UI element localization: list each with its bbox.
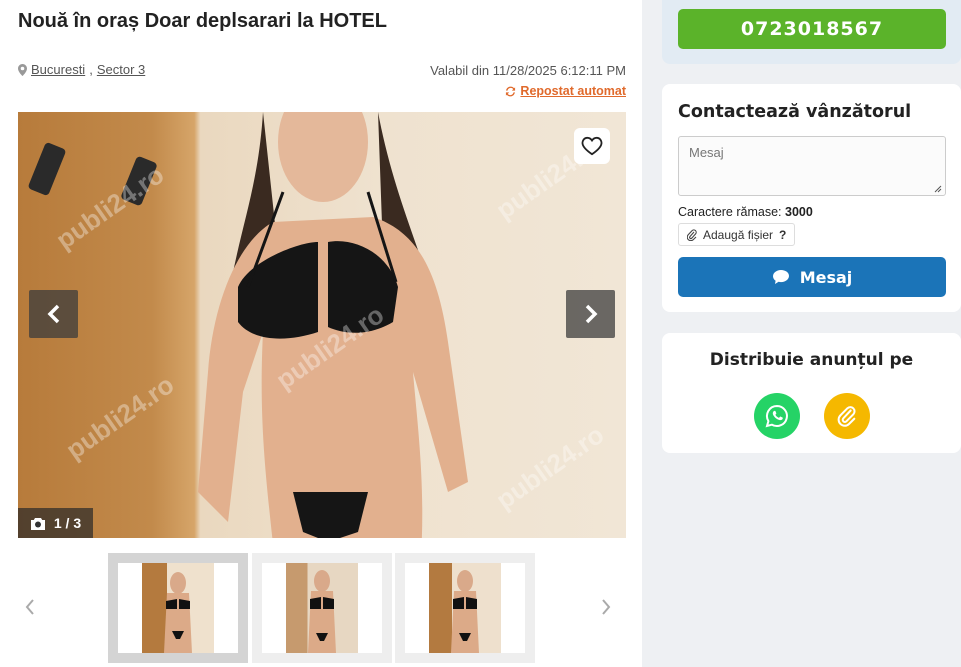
share-whatsapp-button[interactable] (754, 393, 800, 439)
location-sector-link[interactable]: Sector 3 (97, 62, 145, 77)
send-message-button[interactable]: Mesaj (678, 257, 946, 297)
chars-remaining-label: Caractere rămase: (678, 205, 782, 219)
contact-title: Contactează vânzătorul (678, 102, 912, 122)
listing-title: Nouă în oraș Doar deplsarari la HOTEL (18, 10, 387, 32)
share-card: Distribuie anunțul pe (662, 333, 961, 453)
map-pin-icon (18, 63, 27, 76)
thumbnail[interactable] (252, 553, 392, 663)
attach-file-button[interactable]: Adaugă fișier ? (678, 223, 796, 246)
thumbnail-image (286, 563, 358, 653)
share-title: Distribuie anunțul pe (709, 350, 914, 370)
photo-counter: 1 / 3 (18, 508, 93, 538)
thumbnail[interactable] (108, 553, 248, 663)
refresh-icon (506, 86, 516, 96)
chevron-right-icon (602, 599, 611, 615)
thumbnail-image (142, 563, 214, 653)
main-photo[interactable]: publi24.ro publi24.ro publi24.ro publi24… (18, 112, 626, 538)
listing-location: Bucuresti, Sector 3 (18, 62, 145, 77)
attach-file-label: Adaugă fișier (703, 227, 774, 242)
location-city-link[interactable]: Bucuresti (31, 62, 85, 77)
valid-from: Valabil din 11/28/2025 6:12:11 PM (430, 63, 626, 78)
chars-remaining: Caractere rămase: 3000 (678, 205, 813, 219)
photo-counter-text: 1 / 3 (53, 515, 82, 531)
send-message-label: Mesaj (799, 267, 853, 287)
chevron-right-icon (585, 304, 597, 324)
heart-icon (581, 136, 603, 156)
photo-next-button[interactable] (566, 290, 615, 338)
thumbnail[interactable] (395, 553, 535, 663)
help-icon[interactable]: ? (779, 228, 786, 242)
chevron-left-icon (25, 599, 34, 615)
phone-button[interactable]: 0723018567 (678, 9, 946, 49)
listing-main: Nouă în oraș Doar deplsarari la HOTEL Bu… (0, 0, 642, 667)
contact-card: Contactează vânzătorul Mesaj Caractere r… (662, 84, 961, 312)
chevron-left-icon (47, 304, 59, 324)
thumbs-prev-button[interactable] (22, 596, 38, 618)
repost-label: Repostat automat (520, 84, 626, 98)
phone-card: 0723018567 (662, 0, 961, 64)
whatsapp-icon (765, 404, 788, 428)
photo-prev-button[interactable] (29, 290, 78, 338)
thumbnail-image (429, 563, 501, 653)
paperclip-icon (837, 406, 856, 427)
resize-handle-icon[interactable] (934, 185, 942, 193)
thumbs-next-button[interactable] (598, 596, 614, 618)
chars-remaining-value: 3000 (785, 205, 813, 219)
favorite-button[interactable] (574, 128, 610, 164)
share-link-button[interactable] (824, 393, 870, 439)
location-separator: , (89, 62, 93, 77)
repost-link[interactable]: Repostat automat (505, 84, 626, 98)
message-input[interactable]: Mesaj (678, 136, 946, 196)
chat-bubble-icon (772, 270, 789, 284)
camera-icon (30, 517, 45, 530)
paperclip-icon (687, 228, 697, 241)
